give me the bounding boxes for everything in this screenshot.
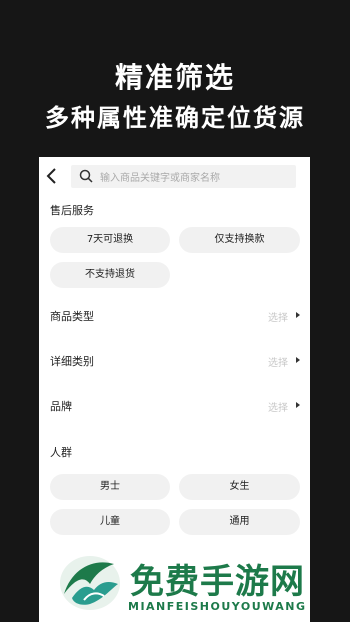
top-bar: 输入商品关键字或商家名称 bbox=[39, 157, 310, 195]
chip-exchange-only[interactable]: 仅支持换款 bbox=[179, 227, 300, 253]
filter-row-brand[interactable]: 品牌 选择 bbox=[50, 396, 300, 416]
promo-subheadline: 多种属性准确定位货源 bbox=[45, 104, 305, 132]
filter-value: 选择 bbox=[268, 358, 288, 369]
chevron-right-icon bbox=[296, 312, 300, 318]
filter-label: 品牌 bbox=[50, 400, 72, 413]
chip-no-return[interactable]: 不支持退货 bbox=[50, 262, 170, 288]
watermark-logo-icon bbox=[60, 556, 120, 610]
promo-headline: 精准筛选 bbox=[114, 61, 235, 94]
search-input[interactable]: 输入商品关键字或商家名称 bbox=[71, 165, 296, 188]
chip-children[interactable]: 儿童 bbox=[50, 509, 170, 535]
filter-label: 详细类别 bbox=[50, 355, 94, 368]
watermark-subtitle: MIANFEISHOUYOUWANG bbox=[128, 600, 307, 613]
filter-value: 选择 bbox=[268, 403, 288, 414]
watermark-title: 免费手游网 bbox=[130, 562, 305, 602]
chip-universal[interactable]: 通用 bbox=[179, 509, 300, 535]
back-button[interactable] bbox=[45, 166, 61, 186]
chip-women[interactable]: 女生 bbox=[179, 474, 300, 500]
audience-label: 人群 bbox=[50, 446, 72, 459]
search-placeholder: 输入商品关键字或商家名称 bbox=[100, 173, 220, 184]
search-icon bbox=[79, 169, 93, 183]
filter-label: 商品类型 bbox=[50, 310, 94, 323]
chip-men[interactable]: 男士 bbox=[50, 474, 170, 500]
filter-row-category[interactable]: 详细类别 选择 bbox=[50, 351, 300, 371]
after-sales-label: 售后服务 bbox=[50, 204, 94, 217]
chevron-right-icon bbox=[296, 357, 300, 363]
filter-row-product-type[interactable]: 商品类型 选择 bbox=[50, 306, 300, 326]
back-arrow-icon bbox=[46, 168, 56, 184]
chip-7day-return[interactable]: 7天可退换 bbox=[50, 227, 170, 253]
chevron-right-icon bbox=[296, 402, 300, 408]
filter-value: 选择 bbox=[268, 313, 288, 324]
